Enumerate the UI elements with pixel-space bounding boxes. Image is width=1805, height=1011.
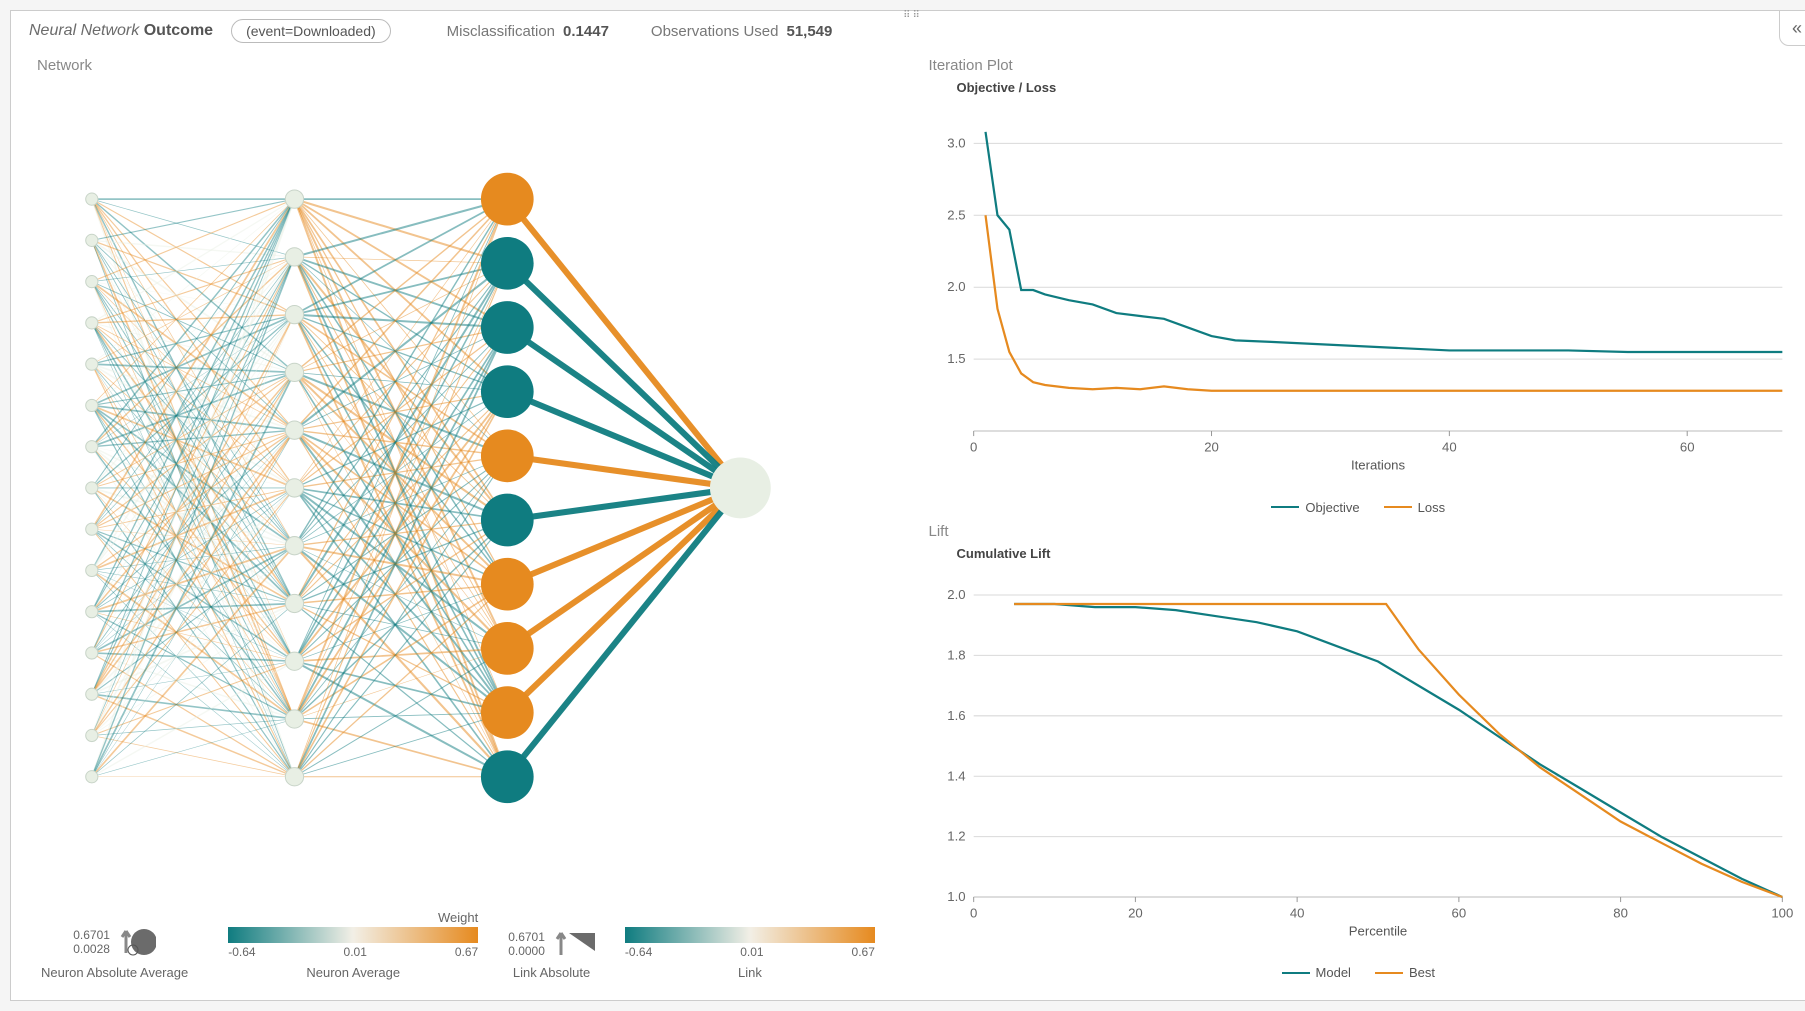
network-section: Network 0.6701 0.0028 (21, 47, 913, 990)
neuron-avg-max: 0.67 (455, 945, 478, 959)
link-legend: -0.64 0.01 0.67 Link (625, 927, 875, 980)
obs-value: 51,549 (786, 23, 832, 40)
iteration-title: Iteration Plot (929, 57, 1795, 74)
neuron-abs-legend: 0.6701 0.0028 Neuron Absolute Average (41, 925, 188, 980)
neuron-avg-label: Neuron Average (306, 965, 400, 980)
link-min: -0.64 (625, 945, 652, 959)
lift-title: Lift (929, 523, 1795, 540)
legend-item[interactable]: Loss (1384, 500, 1445, 515)
obs-label: Observations Used (651, 23, 779, 40)
weight-gradient (228, 927, 478, 945)
network-title: Network (37, 57, 903, 74)
results-panel: ⠿⠿ « Neural Network Outcome (event=Downl… (10, 10, 1805, 1001)
link-mid: 0.01 (740, 945, 763, 959)
header-bar: Neural Network Outcome (event=Downloaded… (11, 11, 1805, 47)
content-area: Network 0.6701 0.0028 (11, 47, 1805, 1000)
svg-text:2.0: 2.0 (947, 279, 965, 294)
target-name: Outcome (144, 22, 213, 39)
svg-text:1.2: 1.2 (947, 828, 965, 843)
legend-item[interactable]: Objective (1271, 500, 1359, 515)
misclass-value: 0.1447 (563, 23, 609, 40)
lift-legend: Model Best (923, 965, 1795, 980)
size-glyph-1 (116, 925, 156, 959)
svg-text:1.4: 1.4 (947, 768, 965, 783)
link-abs-min: 0.0000 (508, 944, 545, 958)
lift-chart-wrap: Lift Cumulative Lift 1.0 1.2 1.4 1.6 1.8 2.0 0… (923, 523, 1795, 981)
neuron-abs-label: Neuron Absolute Average (41, 965, 188, 980)
svg-text:1.0: 1.0 (947, 889, 965, 904)
link-abs-max: 0.6701 (508, 930, 545, 944)
svg-text:Iterations: Iterations (1350, 458, 1405, 473)
svg-text:2.5: 2.5 (947, 207, 965, 222)
iteration-chart-wrap: Iteration Plot Objective / Loss 1.5 2.0 2.… (923, 57, 1795, 515)
svg-text:40: 40 (1289, 905, 1304, 920)
neuron-abs-min: 0.0028 (73, 942, 110, 956)
svg-text:60: 60 (1451, 905, 1466, 920)
svg-text:1.5: 1.5 (947, 351, 965, 366)
svg-text:2.0: 2.0 (947, 587, 965, 602)
svg-text:1.8: 1.8 (947, 647, 965, 662)
neuron-avg-mid: 0.01 (344, 945, 367, 959)
link-max: 0.67 (852, 945, 875, 959)
iteration-legend: Objective Loss (923, 500, 1795, 515)
weight-legend: Weight -0.64 0.01 0.67 Neuron Average (228, 910, 478, 980)
iteration-chart[interactable]: 1.5 2.0 2.5 3.0 0 20 40 60 Iterations (923, 99, 1795, 498)
svg-text:1.6: 1.6 (947, 707, 965, 722)
network-legend: 0.6701 0.0028 Neuron Absolute Average (31, 906, 903, 980)
weight-label: Weight (438, 910, 478, 925)
link-gradient (625, 927, 875, 945)
size-glyph-2 (551, 929, 595, 959)
event-chip[interactable]: (event=Downloaded) (231, 19, 391, 43)
charts-section: Iteration Plot Objective / Loss 1.5 2.0 2.… (923, 47, 1805, 990)
legend-item[interactable]: Best (1375, 965, 1435, 980)
svg-text:60: 60 (1679, 439, 1694, 454)
svg-text:80: 80 (1613, 905, 1628, 920)
lift-ytitle: Cumulative Lift (957, 546, 1795, 561)
lift-chart[interactable]: 1.0 1.2 1.4 1.6 1.8 2.0 0 20 40 60 80 100 Percentile (923, 565, 1795, 964)
svg-text:20: 20 (1204, 439, 1219, 454)
svg-text:0: 0 (970, 439, 977, 454)
svg-text:Percentile: Percentile (1348, 923, 1407, 938)
neuron-avg-min: -0.64 (228, 945, 255, 959)
link-abs-legend: 0.6701 0.0000 Link Absolute (508, 929, 595, 980)
misclass-label: Misclassification (447, 23, 555, 40)
svg-text:40: 40 (1442, 439, 1457, 454)
iteration-ytitle: Objective / Loss (957, 80, 1795, 95)
svg-text:20: 20 (1128, 905, 1143, 920)
neuron-abs-max: 0.6701 (73, 928, 110, 942)
network-diagram[interactable] (31, 80, 903, 906)
svg-text:0: 0 (970, 905, 977, 920)
legend-item[interactable]: Model (1282, 965, 1351, 980)
link-label: Link (738, 965, 762, 980)
link-abs-label: Link Absolute (513, 965, 590, 980)
svg-text:3.0: 3.0 (947, 135, 965, 150)
model-type: Neural Network (29, 22, 139, 39)
svg-text:100: 100 (1771, 905, 1793, 920)
